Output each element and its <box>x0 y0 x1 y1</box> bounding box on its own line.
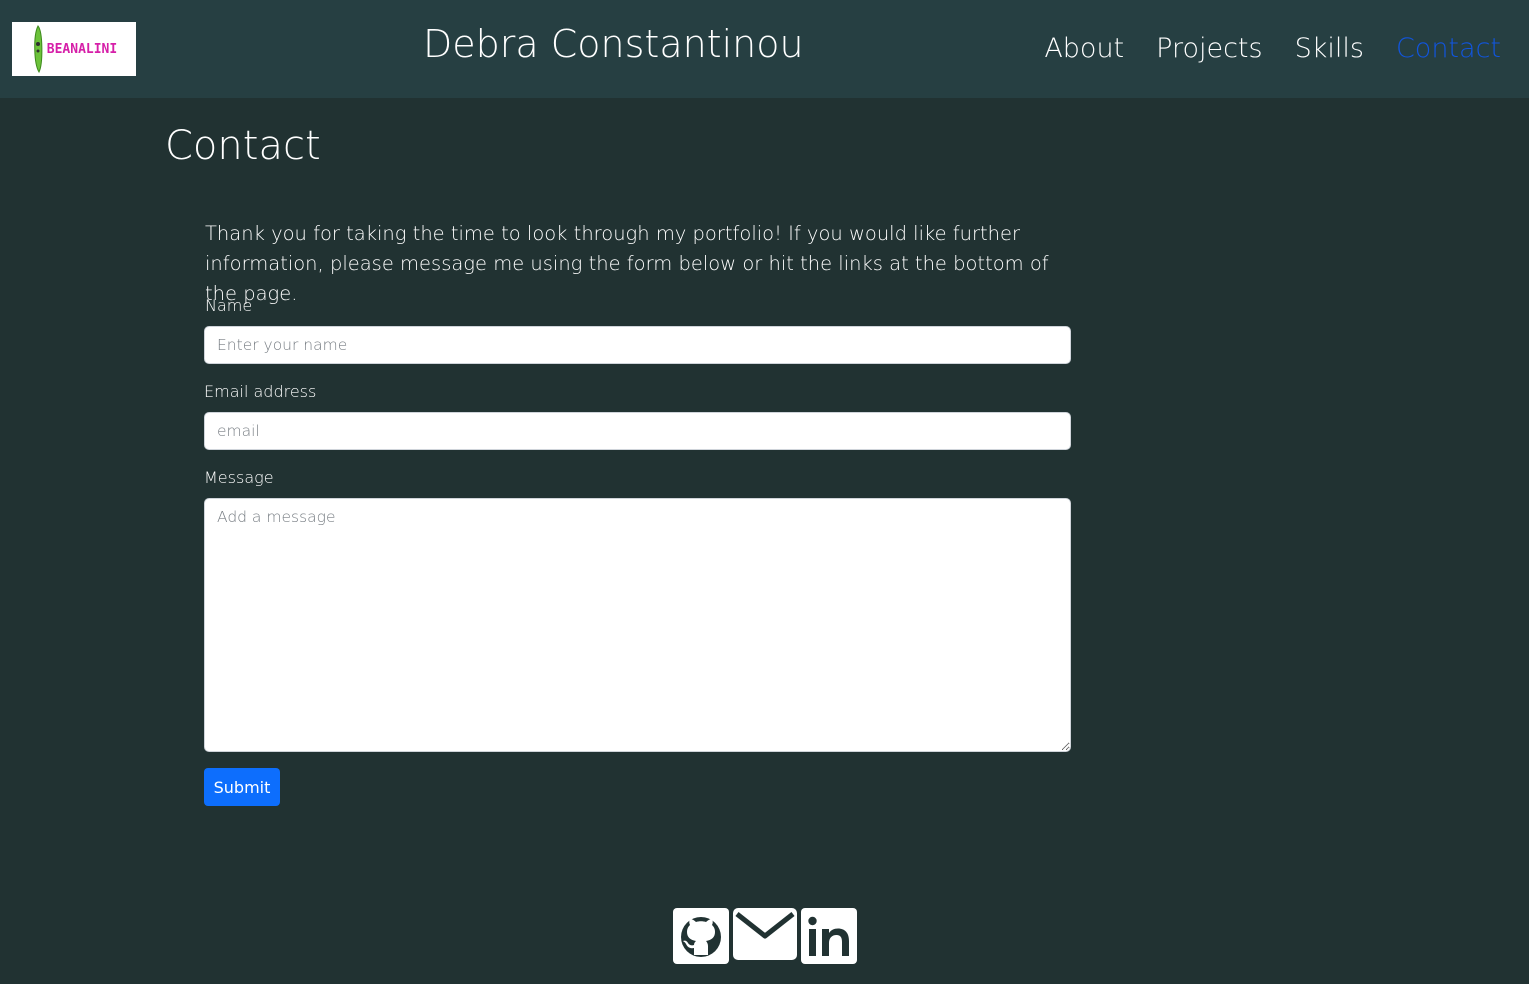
social-links <box>673 908 857 968</box>
email-label: Email address <box>204 382 317 401</box>
main-nav: About Projects Skills Contact <box>1044 30 1501 68</box>
github-icon <box>673 908 729 964</box>
linkedin-link[interactable] <box>801 908 857 968</box>
email-link[interactable] <box>733 908 797 964</box>
site-logo[interactable]: BEANALINI <box>12 22 136 76</box>
name-label: Name <box>205 296 253 315</box>
pea-pod-icon <box>34 25 43 74</box>
submit-button[interactable]: Submit <box>204 768 280 806</box>
page-title: Contact <box>165 123 321 169</box>
message-textarea[interactable] <box>204 498 1071 752</box>
linkedin-icon <box>801 908 857 964</box>
intro-text: Thank you for taking the time to look th… <box>205 222 1049 305</box>
logo-text: BEANALINI <box>46 41 118 57</box>
nav-link-skills[interactable]: Skills <box>1295 30 1364 68</box>
github-link[interactable] <box>673 908 729 968</box>
message-label: Message <box>204 468 274 487</box>
name-input[interactable] <box>204 326 1071 364</box>
envelope-icon <box>733 908 797 960</box>
nav-link-about[interactable]: About <box>1044 30 1124 68</box>
navbar: BEANALINI Debra Constantinou About Proje… <box>0 0 1529 98</box>
site-title: Debra Constantinou <box>423 22 804 66</box>
nav-link-projects[interactable]: Projects <box>1156 30 1262 68</box>
nav-link-contact[interactable]: Contact <box>1396 30 1501 68</box>
email-input[interactable] <box>204 412 1071 450</box>
